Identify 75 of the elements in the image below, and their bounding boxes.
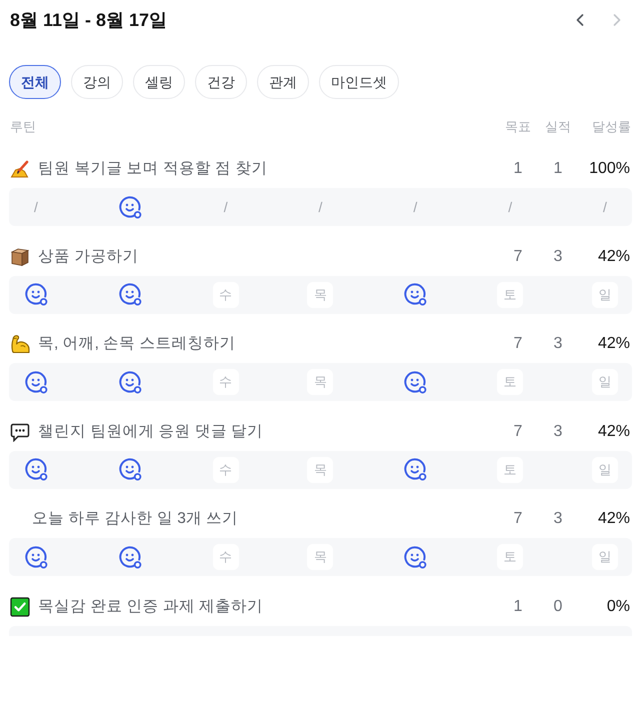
achievement-rate: 42%: [596, 422, 631, 442]
achievement-rate: 42%: [596, 509, 631, 529]
actual-count: 3: [552, 509, 564, 529]
flexed-arm-icon: [10, 334, 30, 354]
actual-count: 1: [552, 159, 564, 179]
package-icon: [10, 246, 30, 266]
routine-title[interactable]: 목실감 완료 인증 과제 제출하기: [38, 594, 264, 618]
routine-title[interactable]: 챌린지 팀원에게 응원 댓글 달기: [38, 420, 264, 444]
not-applicable-mark: /: [508, 200, 512, 214]
routine-title[interactable]: 상품 가공하기: [38, 244, 138, 268]
day-label[interactable]: 일: [592, 456, 618, 482]
category-tab[interactable]: 관계: [257, 65, 309, 99]
day-label[interactable]: 목: [307, 544, 334, 570]
actual-count: 3: [552, 422, 564, 442]
smile-icon: [404, 370, 427, 394]
achievement-rate: 0%: [606, 596, 631, 616]
category-tab[interactable]: 셀링: [133, 65, 185, 99]
smile-icon: [119, 546, 142, 568]
smile-icon: [24, 283, 48, 306]
column-header: 실적: [544, 118, 572, 136]
routine-title[interactable]: 목, 어깨, 손목 스트레칭하기: [38, 332, 236, 356]
day-label[interactable]: 토: [497, 544, 524, 570]
not-applicable-mark: /: [318, 200, 322, 214]
column-header: 달성률: [591, 118, 632, 136]
actual-count: 0: [552, 596, 564, 616]
actual-count: 3: [552, 246, 564, 266]
day-label[interactable]: 수: [212, 456, 239, 482]
not-applicable-mark: /: [413, 200, 418, 214]
achievement-rate: 42%: [596, 246, 631, 266]
smile-icon: [119, 283, 142, 306]
goal-count: 7: [512, 246, 524, 266]
achievement-rate: 100%: [588, 159, 631, 179]
goal-count: 1: [512, 159, 524, 179]
day-label[interactable]: 목: [307, 456, 334, 482]
smile-icon: [119, 458, 142, 481]
day-label[interactable]: 토: [497, 282, 524, 308]
smile-icon: [404, 546, 427, 568]
smile-icon: [24, 546, 48, 568]
goal-count: 7: [512, 334, 524, 354]
not-applicable-mark: /: [603, 200, 607, 214]
smile-icon: [24, 458, 48, 481]
goal-count: 7: [512, 422, 524, 442]
column-header: 목표: [504, 118, 532, 136]
smile-icon: [404, 458, 427, 481]
day-label[interactable]: 수: [212, 369, 239, 395]
category-tab[interactable]: 마인드셋: [319, 65, 399, 99]
check-box-icon: [10, 596, 30, 616]
goal-count: 1: [512, 596, 524, 616]
category-tab[interactable]: 건강: [195, 65, 247, 99]
category-tab[interactable]: 강의: [71, 65, 123, 99]
pencil-icon: [10, 159, 30, 179]
day-label[interactable]: 수: [212, 544, 239, 570]
day-label[interactable]: 일: [592, 282, 618, 308]
goal-count: 7: [512, 509, 524, 529]
day-label[interactable]: 수: [212, 282, 239, 308]
day-label[interactable]: 토: [497, 369, 524, 395]
day-label[interactable]: 토: [497, 456, 524, 482]
achievement-rate: 42%: [596, 334, 631, 354]
smile-icon: [24, 370, 48, 394]
week-range-title: 8월 11일 - 8월 17일: [9, 8, 168, 32]
day-label[interactable]: 목: [307, 282, 334, 308]
column-header: 루틴: [9, 118, 36, 136]
routine-title[interactable]: 팀원 복기글 보며 적용할 점 찾기: [38, 157, 268, 181]
day-label[interactable]: 목: [307, 369, 334, 395]
day-label[interactable]: 일: [592, 369, 618, 395]
not-applicable-mark: /: [34, 200, 38, 214]
day-label[interactable]: 일: [592, 544, 618, 570]
not-applicable-mark: /: [224, 200, 228, 214]
smile-icon: [119, 370, 142, 394]
smile-icon: [119, 196, 142, 218]
speech-bubble-icon: [10, 422, 30, 442]
smile-icon: [404, 283, 427, 306]
actual-count: 3: [552, 334, 564, 354]
routine-title[interactable]: 오늘 하루 감사한 일 3개 쓰기: [32, 507, 238, 531]
category-tab[interactable]: 전체: [9, 65, 61, 99]
